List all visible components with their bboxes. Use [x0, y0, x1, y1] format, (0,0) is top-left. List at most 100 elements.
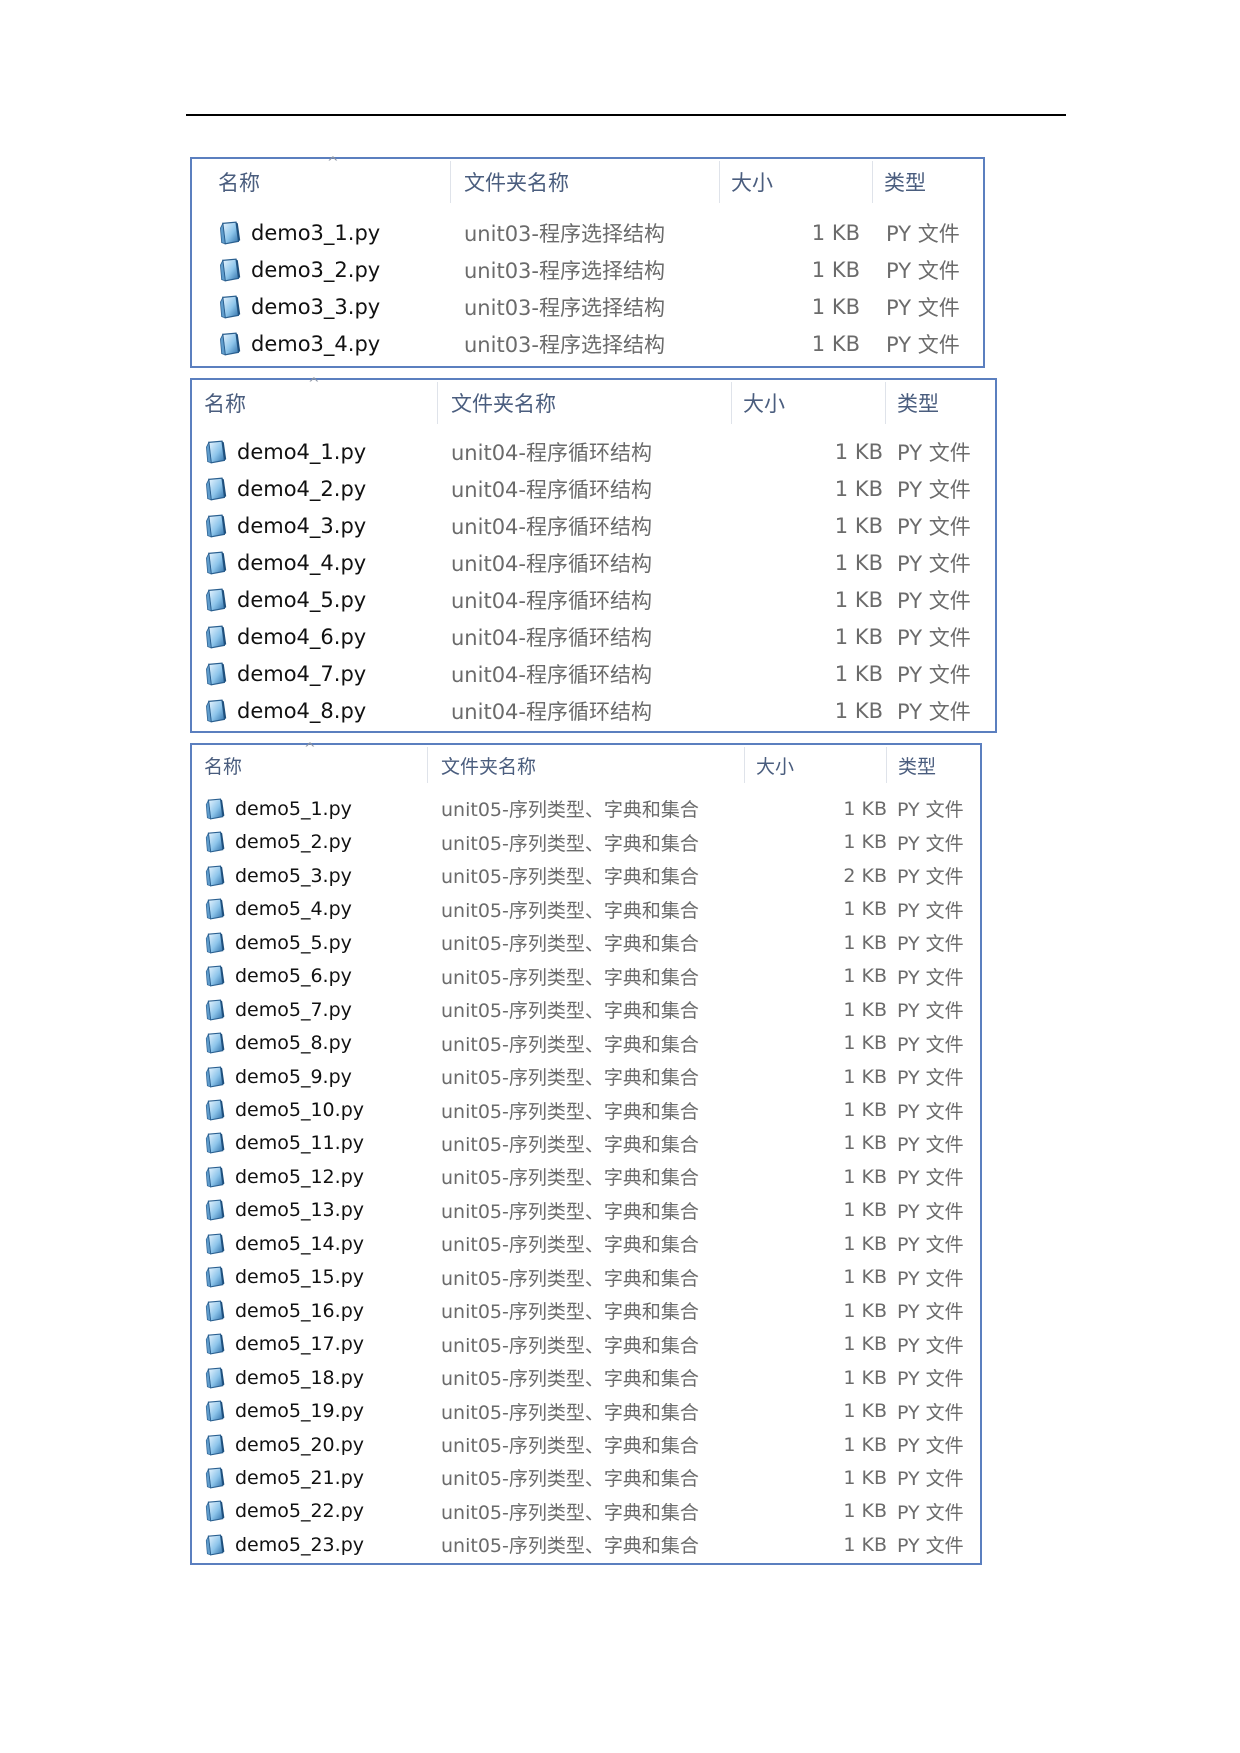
column-header-type[interactable]: 类型 — [898, 745, 936, 785]
file-row[interactable]: demo5_10.py unit05-序列类型、字典和集合 1 KB PY 文件 — [192, 1093, 980, 1126]
file-row[interactable]: demo5_3.py unit05-序列类型、字典和集合 2 KB PY 文件 — [192, 859, 980, 892]
file-size: 1 KB — [843, 965, 887, 988]
file-name-cell: demo4_3.py — [204, 514, 366, 538]
folder-name: unit04-程序循环结构 — [451, 700, 652, 724]
file-name-cell: demo5_21.py — [204, 1467, 364, 1489]
column-header-size[interactable]: 大小 — [731, 159, 773, 205]
file-row[interactable]: demo3_1.py unit03-程序选择结构 1 KB PY 文件 — [192, 215, 983, 252]
file-row[interactable]: demo5_2.py unit05-序列类型、字典和集合 1 KB PY 文件 — [192, 826, 980, 859]
python-file-icon — [204, 1367, 226, 1389]
python-file-icon — [218, 221, 242, 245]
column-separator[interactable] — [886, 747, 887, 783]
file-row[interactable]: demo5_17.py unit05-序列类型、字典和集合 1 KB PY 文件 — [192, 1327, 980, 1360]
file-row[interactable]: demo4_1.py unit04-程序循环结构 1 KB PY 文件 — [192, 434, 995, 471]
file-row[interactable]: demo4_8.py unit04-程序循环结构 1 KB PY 文件 — [192, 693, 995, 730]
column-header-folder[interactable]: 文件夹名称 — [451, 380, 556, 426]
column-header-size[interactable]: 大小 — [756, 745, 794, 785]
file-row[interactable]: demo5_11.py unit05-序列类型、字典和集合 1 KB PY 文件 — [192, 1127, 980, 1160]
python-file-icon — [204, 1300, 226, 1322]
file-name-cell: demo4_1.py — [204, 440, 366, 464]
file-name: demo5_5.py — [235, 931, 352, 954]
file-type: PY 文件 — [897, 899, 964, 922]
file-row[interactable]: demo5_21.py unit05-序列类型、字典和集合 1 KB PY 文件 — [192, 1461, 980, 1494]
python-file-icon — [204, 699, 228, 723]
file-row[interactable]: demo5_4.py unit05-序列类型、字典和集合 1 KB PY 文件 — [192, 893, 980, 926]
column-header-type[interactable]: 类型 — [884, 159, 926, 205]
file-row[interactable]: demo3_3.py unit03-程序选择结构 1 KB PY 文件 — [192, 289, 983, 326]
folder-name: unit05-序列类型、字典和集合 — [441, 1000, 699, 1023]
file-row[interactable]: demo5_1.py unit05-序列类型、字典和集合 1 KB PY 文件 — [192, 792, 980, 825]
column-header-name[interactable]: 名称 — [218, 159, 260, 205]
file-row[interactable]: demo3_2.py unit03-程序选择结构 1 KB PY 文件 — [192, 252, 983, 289]
folder-name: unit03-程序选择结构 — [464, 259, 665, 283]
python-file-icon — [204, 1166, 226, 1188]
python-file-icon — [204, 898, 226, 920]
file-row[interactable]: demo5_14.py unit05-序列类型、字典和集合 1 KB PY 文件 — [192, 1227, 980, 1260]
file-row[interactable]: demo5_16.py unit05-序列类型、字典和集合 1 KB PY 文件 — [192, 1294, 980, 1327]
file-name: demo5_7.py — [235, 998, 352, 1021]
file-type: PY 文件 — [897, 1301, 964, 1324]
file-name: demo5_9.py — [235, 1065, 352, 1088]
column-header-folder[interactable]: 文件夹名称 — [464, 159, 569, 205]
column-header-row: 名称 文件夹名称 大小 类型 ^ — [192, 156, 983, 205]
file-row[interactable]: demo5_6.py unit05-序列类型、字典和集合 1 KB PY 文件 — [192, 960, 980, 993]
column-header-name[interactable]: 名称 — [204, 745, 242, 785]
file-row[interactable]: demo5_22.py unit05-序列类型、字典和集合 1 KB PY 文件 — [192, 1495, 980, 1528]
python-file-icon — [204, 1132, 226, 1155]
column-separator[interactable] — [450, 161, 451, 203]
file-row[interactable]: demo5_13.py unit05-序列类型、字典和集合 1 KB PY 文件 — [192, 1194, 980, 1227]
file-name-cell: demo5_2.py — [204, 831, 352, 853]
folder-name: unit04-程序循环结构 — [451, 663, 652, 687]
file-type: PY 文件 — [897, 1468, 964, 1491]
file-row[interactable]: demo4_7.py unit04-程序循环结构 1 KB PY 文件 — [192, 656, 995, 693]
column-separator[interactable] — [744, 747, 745, 783]
folder-name: unit05-序列类型、字典和集合 — [441, 1033, 699, 1056]
column-separator[interactable] — [437, 382, 438, 424]
file-row[interactable]: demo4_2.py unit04-程序循环结构 1 KB PY 文件 — [192, 471, 995, 508]
file-name: demo5_1.py — [235, 797, 352, 820]
file-size: 1 KB — [843, 898, 887, 921]
column-header-folder[interactable]: 文件夹名称 — [441, 745, 536, 785]
file-size: 1 KB — [834, 440, 883, 464]
file-row[interactable]: demo4_6.py unit04-程序循环结构 1 KB PY 文件 — [192, 619, 995, 656]
file-row[interactable]: demo5_7.py unit05-序列类型、字典和集合 1 KB PY 文件 — [192, 993, 980, 1026]
file-row[interactable]: demo5_9.py unit05-序列类型、字典和集合 1 KB PY 文件 — [192, 1060, 980, 1093]
file-type: PY 文件 — [897, 1167, 964, 1190]
file-row[interactable]: demo5_5.py unit05-序列类型、字典和集合 1 KB PY 文件 — [192, 926, 980, 959]
file-row[interactable]: demo5_12.py unit05-序列类型、字典和集合 1 KB PY 文件 — [192, 1160, 980, 1193]
file-row[interactable]: demo5_20.py unit05-序列类型、字典和集合 1 KB PY 文件 — [192, 1428, 980, 1461]
file-size: 1 KB — [834, 588, 883, 612]
file-row[interactable]: demo5_15.py unit05-序列类型、字典和集合 1 KB PY 文件 — [192, 1261, 980, 1294]
file-row[interactable]: demo4_3.py unit04-程序循环结构 1 KB PY 文件 — [192, 508, 995, 545]
file-size: 1 KB — [834, 477, 883, 501]
file-row[interactable]: demo4_4.py unit04-程序循环结构 1 KB PY 文件 — [192, 545, 995, 582]
file-type: PY 文件 — [897, 1535, 964, 1558]
file-row[interactable]: demo3_4.py unit03-程序选择结构 1 KB PY 文件 — [192, 326, 983, 363]
file-type: PY 文件 — [897, 626, 971, 650]
python-file-icon — [218, 258, 242, 282]
file-size: 1 KB — [843, 1533, 887, 1556]
file-row[interactable]: demo5_23.py unit05-序列类型、字典和集合 1 KB PY 文件 — [192, 1528, 980, 1561]
file-row[interactable]: demo4_5.py unit04-程序循环结构 1 KB PY 文件 — [192, 582, 995, 619]
file-name-cell: demo5_22.py — [204, 1500, 364, 1522]
file-size: 1 KB — [834, 625, 883, 649]
folder-name: unit04-程序循环结构 — [451, 478, 652, 502]
column-header-size[interactable]: 大小 — [743, 380, 785, 426]
file-size: 1 KB — [843, 1433, 887, 1456]
column-separator[interactable] — [731, 382, 732, 424]
column-separator[interactable] — [872, 161, 873, 203]
file-row[interactable]: demo5_19.py unit05-序列类型、字典和集合 1 KB PY 文件 — [192, 1394, 980, 1427]
column-separator[interactable] — [885, 382, 886, 424]
python-file-icon — [204, 588, 228, 612]
column-separator[interactable] — [427, 747, 428, 783]
folder-name: unit05-序列类型、字典和集合 — [441, 866, 699, 889]
column-separator[interactable] — [719, 161, 720, 203]
column-header-name[interactable]: 名称 — [204, 380, 246, 426]
file-name: demo4_5.py — [237, 588, 367, 612]
python-file-icon — [204, 999, 226, 1021]
file-row[interactable]: demo5_8.py unit05-序列类型、字典和集合 1 KB PY 文件 — [192, 1026, 980, 1059]
file-size: 1 KB — [843, 831, 887, 854]
python-file-icon — [204, 1467, 226, 1489]
file-row[interactable]: demo5_18.py unit05-序列类型、字典和集合 1 KB PY 文件 — [192, 1361, 980, 1394]
column-header-type[interactable]: 类型 — [897, 380, 939, 426]
